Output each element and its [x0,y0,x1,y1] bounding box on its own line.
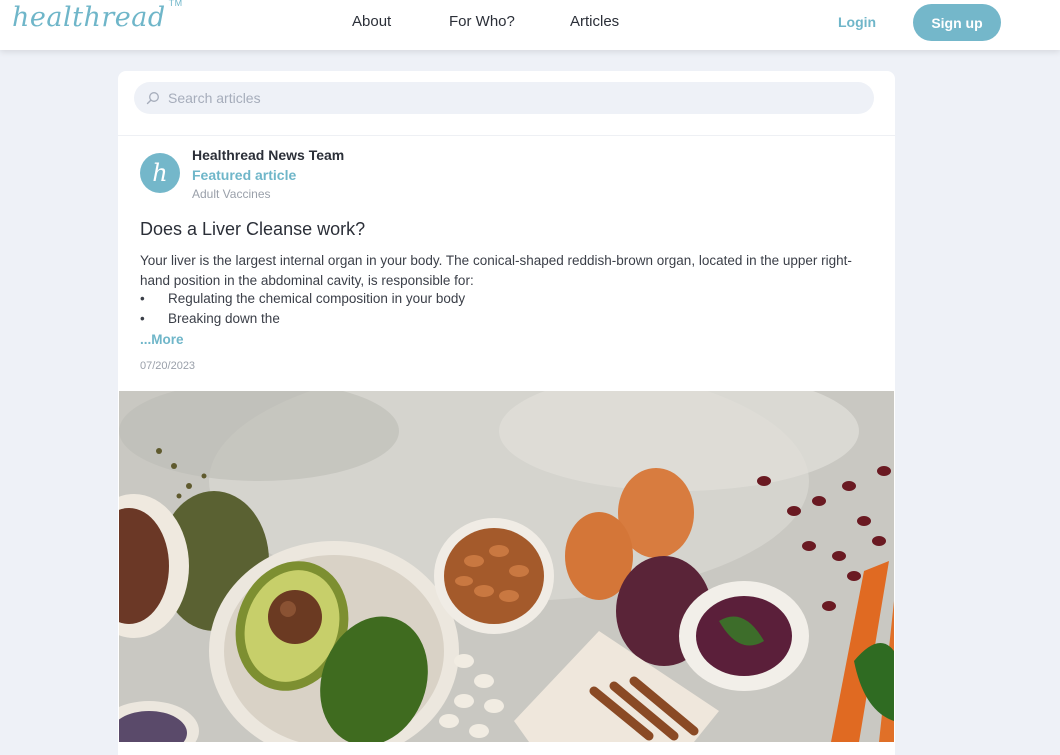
logo-text: healthread [12,2,166,33]
bullet-text: Breaking down the [168,311,280,326]
search-icon [146,92,159,105]
sign-up-button[interactable]: Sign up [913,4,1001,41]
nav-articles-link[interactable]: Articles [570,13,619,30]
article-hero-image[interactable] [119,391,894,742]
search-input[interactable] [168,90,848,106]
article-category: Adult Vaccines [192,187,271,201]
publish-date: 07/20/2023 [140,360,196,372]
nav-for-who-link[interactable]: For Who? [449,13,515,30]
bullet-dot: • [140,311,145,326]
trademark-mark: TM [168,0,183,8]
article-feed-card: h Healthread News Team Featured article … [118,71,895,755]
nav-about-link[interactable]: About [352,13,391,30]
avatar-letter: h [152,159,168,187]
search-bar[interactable] [134,82,874,114]
read-more-link[interactable]: ...More [140,332,184,347]
featured-article-badge: Featured article [192,167,297,183]
divider [118,135,895,136]
article-title[interactable]: Does a Liver Cleanse work? [140,219,365,240]
bullet-dot: • [140,291,145,306]
article-excerpt: Your liver is the largest internal organ… [140,253,852,288]
healthread-logo[interactable]: healthread TM [12,0,183,33]
top-navigation-bar: healthread TM About For Who? Articles Log… [0,0,1060,50]
bullet-text: Regulating the chemical composition in y… [168,291,466,306]
login-link[interactable]: Login [838,14,876,30]
author-avatar[interactable]: h [140,153,180,193]
author-name[interactable]: Healthread News Team [192,147,344,163]
